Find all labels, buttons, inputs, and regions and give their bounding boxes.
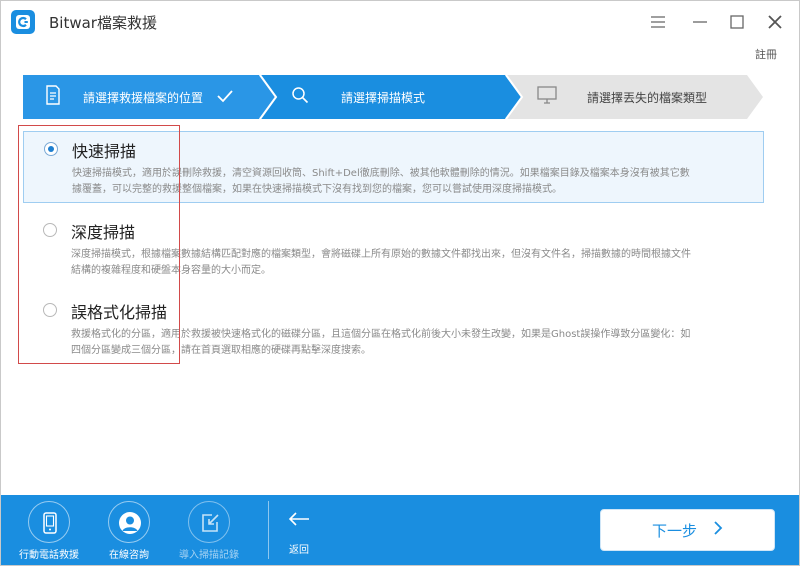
bottom-toolbar: 行動電話救援 在線咨詢 導入掃描記錄 返回 下一步 — [1, 495, 799, 565]
user-icon — [108, 501, 150, 543]
register-link[interactable]: 註冊 — [755, 46, 777, 62]
mobile-recovery-button[interactable]: 行動電話救援 — [9, 495, 89, 565]
app-title: Bitwar檔案救援 — [49, 14, 157, 32]
step-file-type-label: 請選擇丟失的檔案類型 — [587, 90, 708, 105]
mobile-recovery-label: 行動電話救援 — [19, 550, 79, 561]
monitor-icon — [537, 86, 557, 108]
check-icon — [217, 88, 233, 107]
maximize-icon[interactable] — [728, 13, 746, 31]
step-progress-bar: 請選擇救援檔案的位置 請選擇掃描模式 請選擇丟失的檔案類型 — [23, 75, 763, 119]
step-location: 請選擇救援檔案的位置 — [45, 75, 233, 119]
phone-icon — [28, 501, 70, 543]
back-button[interactable]: 返回 — [281, 505, 317, 557]
next-step-button[interactable]: 下一步 — [600, 509, 775, 551]
chevron-right-icon — [713, 520, 723, 540]
step-location-label: 請選擇救援檔案的位置 — [83, 90, 204, 105]
import-icon — [188, 501, 230, 543]
minimize-icon[interactable] — [691, 13, 709, 31]
arrow-left-icon — [288, 511, 310, 531]
close-icon[interactable] — [766, 13, 784, 31]
app-window: Bitwar檔案救援 註冊 請選擇救援檔案的位置 請選擇掃描模式 請選擇丟失的檔… — [0, 0, 800, 566]
search-icon — [291, 86, 309, 108]
online-chat-label: 在線咨詢 — [109, 550, 149, 561]
import-scan-record-label: 導入掃描記錄 — [179, 550, 239, 561]
step-file-type: 請選擇丟失的檔案類型 — [537, 75, 707, 119]
import-scan-record-button[interactable]: 導入掃描記錄 — [169, 495, 249, 565]
document-icon — [45, 85, 61, 109]
menu-icon[interactable] — [649, 13, 667, 31]
highlight-annotation-box — [18, 125, 180, 364]
back-label: 返回 — [289, 545, 309, 556]
app-logo-icon — [11, 10, 35, 34]
step-scan-mode-label: 請選擇掃描模式 — [341, 90, 426, 105]
online-chat-button[interactable]: 在線咨詢 — [89, 495, 169, 565]
title-bar: Bitwar檔案救援 — [1, 1, 799, 41]
next-step-label: 下一步 — [651, 521, 697, 540]
toolbar-divider — [268, 501, 269, 559]
step-scan-mode: 請選擇掃描模式 — [291, 75, 425, 119]
